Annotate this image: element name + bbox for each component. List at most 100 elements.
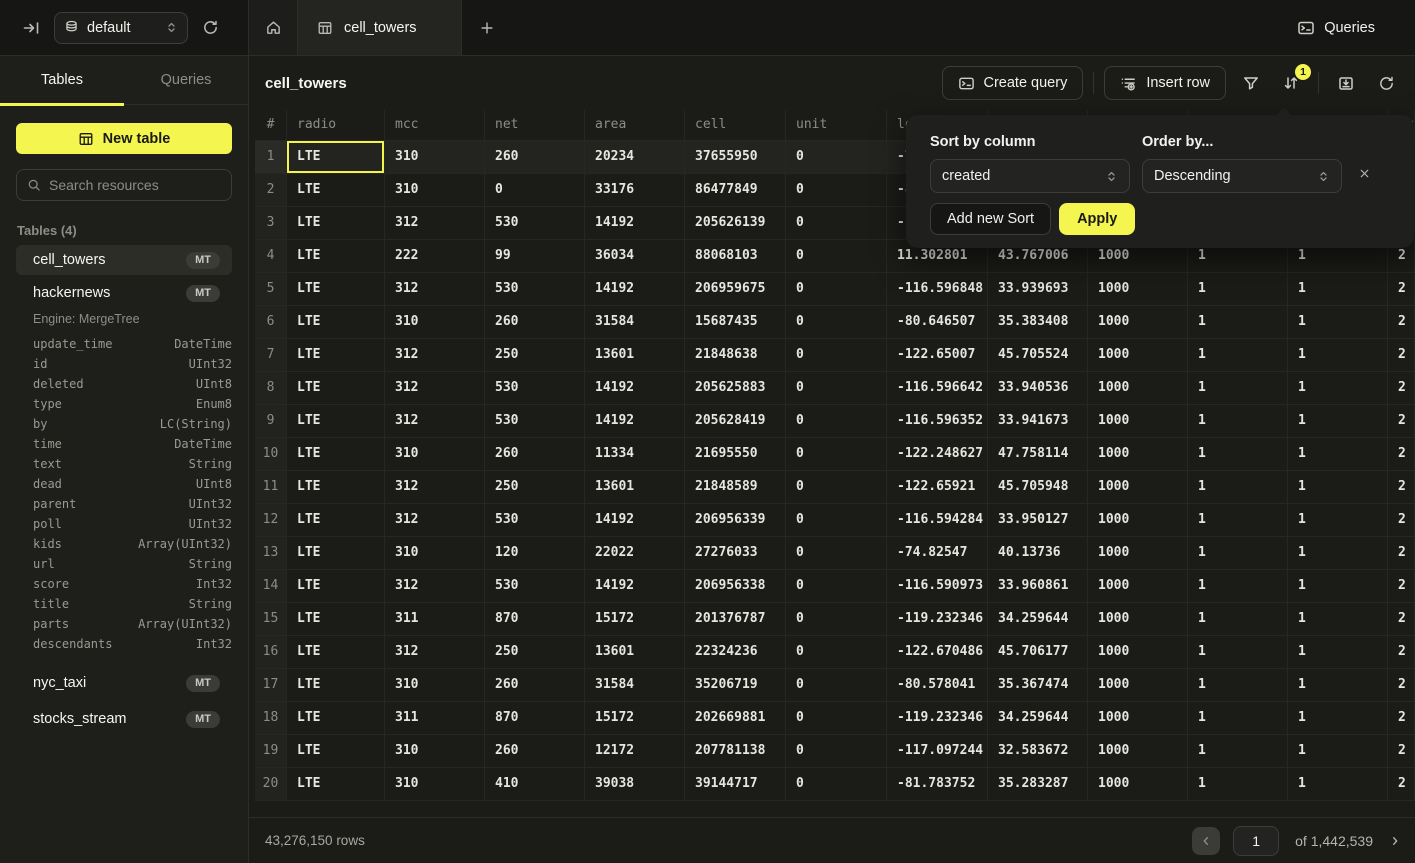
table-cell[interactable]: -81.783752 <box>887 768 988 800</box>
table-cell[interactable]: 260 <box>485 141 585 173</box>
table-cell[interactable]: 2 <box>1388 306 1415 338</box>
table-cell[interactable]: 410 <box>485 768 585 800</box>
table-cell[interactable]: LTE <box>287 273 385 305</box>
table-cell[interactable]: -122.65921 <box>887 471 988 503</box>
table-cell[interactable]: 34.259644 <box>988 702 1088 734</box>
table-cell[interactable]: 1000 <box>1088 636 1188 668</box>
tab-cell-towers[interactable]: cell_towers <box>298 0 462 55</box>
table-cell[interactable]: 530 <box>485 504 585 536</box>
table-cell[interactable]: 14192 <box>585 273 685 305</box>
table-cell[interactable]: 0 <box>786 768 887 800</box>
table-cell[interactable]: 1000 <box>1088 537 1188 569</box>
table-cell[interactable]: 1 <box>1188 405 1288 437</box>
table-cell[interactable]: 0 <box>786 339 887 371</box>
table-cell[interactable]: 22022 <box>585 537 685 569</box>
table-cell[interactable]: 310 <box>385 735 485 767</box>
table-cell[interactable]: 250 <box>485 471 585 503</box>
table-cell[interactable]: 21695550 <box>685 438 786 470</box>
sort-button[interactable]: 1 <box>1274 66 1308 100</box>
table-cell[interactable]: 0 <box>786 240 887 272</box>
table-cell[interactable]: LTE <box>287 306 385 338</box>
remove-sort-button[interactable] <box>1358 167 1371 180</box>
table-cell[interactable]: 311 <box>385 702 485 734</box>
table-cell[interactable]: LTE <box>287 570 385 602</box>
table-cell[interactable]: 260 <box>485 438 585 470</box>
table-cell[interactable]: 0 <box>786 735 887 767</box>
table-cell[interactable]: 15172 <box>585 702 685 734</box>
table-cell[interactable]: 530 <box>485 570 585 602</box>
table-cell[interactable]: 1000 <box>1088 570 1188 602</box>
table-cell[interactable]: 312 <box>385 339 485 371</box>
collapse-sidebar-icon[interactable] <box>22 19 40 37</box>
table-cell[interactable]: 1000 <box>1088 669 1188 701</box>
table-cell[interactable]: 0 <box>786 504 887 536</box>
table-cell[interactable]: LTE <box>287 438 385 470</box>
table-cell[interactable]: LTE <box>287 504 385 536</box>
table-cell[interactable]: -122.65007 <box>887 339 988 371</box>
table-cell[interactable]: 1000 <box>1088 702 1188 734</box>
table-cell[interactable]: 21848638 <box>685 339 786 371</box>
table-cell[interactable]: 1 <box>1188 273 1288 305</box>
table-cell[interactable]: 35.283287 <box>988 768 1088 800</box>
table-cell[interactable]: 202669881 <box>685 702 786 734</box>
table-cell[interactable]: 1 <box>1188 603 1288 635</box>
table-cell[interactable]: 0 <box>786 207 887 239</box>
table-cell[interactable]: 310 <box>385 537 485 569</box>
table-cell[interactable]: 530 <box>485 372 585 404</box>
table-cell[interactable]: 1000 <box>1088 273 1188 305</box>
column-header[interactable]: radio <box>287 110 385 140</box>
table-cell[interactable]: 35.383408 <box>988 306 1088 338</box>
table-cell[interactable]: 1 <box>1188 471 1288 503</box>
table-cell[interactable]: 1 <box>1288 669 1388 701</box>
table-cell[interactable]: -119.232346 <box>887 603 988 635</box>
table-cell[interactable]: 2 <box>1388 372 1415 404</box>
table-cell[interactable]: 2 <box>1388 669 1415 701</box>
table-cell[interactable]: 34.259644 <box>988 603 1088 635</box>
table-cell[interactable]: 1000 <box>1088 405 1188 437</box>
table-cell[interactable]: 312 <box>385 471 485 503</box>
table-cell[interactable]: 86477849 <box>685 174 786 206</box>
table-cell[interactable]: 205628419 <box>685 405 786 437</box>
table-cell[interactable]: 1 <box>1288 306 1388 338</box>
table-cell[interactable]: 1 <box>1188 735 1288 767</box>
new-table-button[interactable]: New table <box>16 123 232 154</box>
table-cell[interactable]: 312 <box>385 372 485 404</box>
queries-button[interactable]: Queries <box>1297 19 1375 37</box>
table-cell[interactable]: 1 <box>1288 537 1388 569</box>
table-cell[interactable]: 33.940536 <box>988 372 1088 404</box>
table-cell[interactable]: 2 <box>1388 471 1415 503</box>
table-cell[interactable]: LTE <box>287 537 385 569</box>
table-cell[interactable]: 260 <box>485 669 585 701</box>
table-cell[interactable]: -122.248627 <box>887 438 988 470</box>
sort-order-select[interactable]: Descending <box>1142 159 1342 193</box>
table-cell[interactable]: 1 <box>1188 702 1288 734</box>
table-cell[interactable]: -116.590973 <box>887 570 988 602</box>
database-selector[interactable]: default <box>54 12 188 44</box>
table-cell[interactable]: 310 <box>385 306 485 338</box>
table-cell[interactable]: -116.596642 <box>887 372 988 404</box>
table-cell[interactable]: 0 <box>786 471 887 503</box>
table-cell[interactable]: 33176 <box>585 174 685 206</box>
search-input[interactable] <box>49 177 230 193</box>
table-cell[interactable]: 35.367474 <box>988 669 1088 701</box>
column-header[interactable]: unit <box>786 110 887 140</box>
table-cell[interactable]: 2 <box>1388 504 1415 536</box>
table-cell[interactable]: LTE <box>287 372 385 404</box>
table-cell[interactable]: 1 <box>1188 768 1288 800</box>
table-cell[interactable]: 0 <box>786 603 887 635</box>
tab-home[interactable] <box>249 0 298 55</box>
next-page-button[interactable] <box>1389 835 1401 847</box>
table-cell[interactable]: -74.82547 <box>887 537 988 569</box>
table-cell[interactable]: 0 <box>786 537 887 569</box>
table-cell[interactable]: 205626139 <box>685 207 786 239</box>
table-cell[interactable]: 250 <box>485 636 585 668</box>
table-cell[interactable]: LTE <box>287 636 385 668</box>
table-cell[interactable]: 99 <box>485 240 585 272</box>
table-cell[interactable]: 1 <box>1288 768 1388 800</box>
table-cell[interactable]: 260 <box>485 735 585 767</box>
table-cell[interactable]: 2 <box>1388 636 1415 668</box>
table-cell[interactable]: 31584 <box>585 669 685 701</box>
table-cell[interactable]: 1 <box>1288 471 1388 503</box>
table-cell[interactable]: 310 <box>385 768 485 800</box>
table-cell[interactable]: 47.758114 <box>988 438 1088 470</box>
